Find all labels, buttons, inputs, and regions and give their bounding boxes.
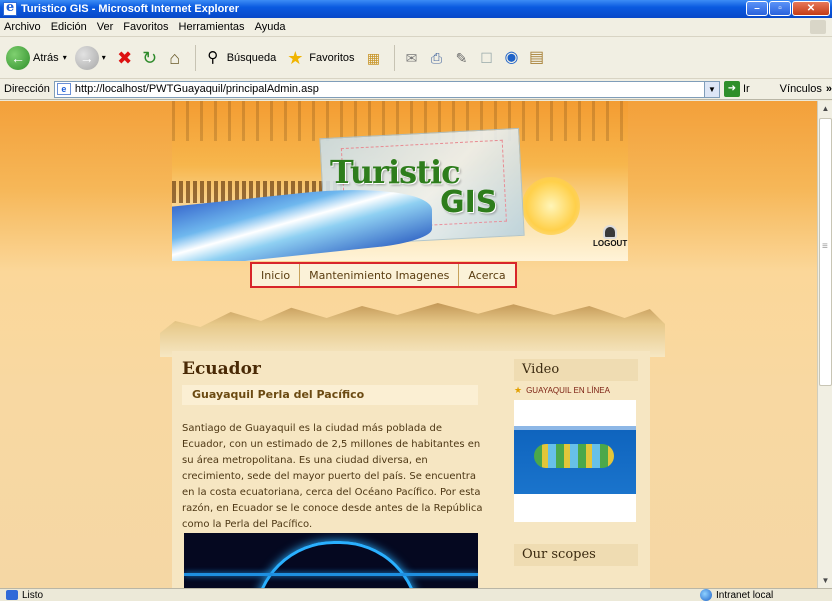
search-button[interactable]: ⚲ Búsqueda <box>202 47 277 69</box>
back-label: Atrás <box>33 51 59 64</box>
site-logo-gis: GIS <box>440 185 498 220</box>
menu-favoritos[interactable]: Favoritos <box>123 21 168 33</box>
search-icon: ⚲ <box>207 48 219 66</box>
page-status-icon <box>6 590 18 600</box>
chevron-right-icon[interactable]: » <box>826 83 832 95</box>
edit-icon[interactable]: ✎ <box>451 47 473 69</box>
globe-icon <box>700 589 712 601</box>
star-icon: ★ <box>287 47 304 68</box>
scroll-down-icon[interactable]: ▼ <box>818 573 832 588</box>
toolbar-separator <box>194 44 196 71</box>
sidebar: Video ★ GUAYAQUIL EN LÍNEA Our scopes <box>514 359 638 566</box>
user-icon <box>603 225 618 239</box>
page-icon: e <box>56 83 71 95</box>
go-label: Ir <box>742 83 750 95</box>
video-title: Video <box>514 359 638 381</box>
video-link[interactable]: ★ GUAYAQUIL EN LÍNEA <box>514 385 638 396</box>
vertical-scrollbar[interactable]: ▲ ▼ <box>817 101 832 588</box>
close-button[interactable]: ✕ <box>792 1 830 16</box>
mail-icon[interactable]: ✉ <box>401 47 423 69</box>
article-subheading: Guayaquil Perla del Pacífico <box>182 385 478 405</box>
window-title: Turistico GIS - Microsoft Internet Explo… <box>21 3 239 15</box>
messenger-icon[interactable]: ◉ <box>501 47 523 69</box>
site-banner: Turistic GIS LOGOUT <box>172 101 628 261</box>
page-viewport: Turistic GIS LOGOUT Inicio Mantenimiento… <box>0 101 817 588</box>
main-nav: Inicio Mantenimiento Imagenes Acerca <box>250 262 517 288</box>
scroll-up-icon[interactable]: ▲ <box>818 101 832 116</box>
windows-logo-icon <box>810 20 826 34</box>
favorites-button[interactable]: ★ Favoritos <box>284 47 354 69</box>
maximize-button[interactable]: ▫ <box>769 1 791 16</box>
video-thumbnail <box>514 426 636 494</box>
address-dropdown-icon[interactable]: ▼ <box>703 81 719 97</box>
address-url: http://localhost/PWTGuayaquil/principalA… <box>74 83 319 95</box>
minimize-button[interactable]: – <box>746 1 768 16</box>
scroll-thumb[interactable] <box>819 118 832 386</box>
menu-ver[interactable]: Ver <box>97 21 114 33</box>
window-controls: – ▫ ✕ <box>746 1 830 16</box>
go-button[interactable]: ➜ Ir <box>723 81 750 97</box>
discuss-icon[interactable]: ☐ <box>476 47 498 69</box>
video-link-label: GUAYAQUIL EN LÍNEA <box>526 386 610 395</box>
logout-button[interactable]: LOGOUT <box>593 225 627 248</box>
main-content: Ecuador Guayaquil Perla del Pacífico San… <box>182 359 483 533</box>
status-text: Listo <box>22 589 44 601</box>
home-icon[interactable]: ⌂ <box>164 47 186 69</box>
back-button[interactable]: ← Atrás ▾ <box>6 45 67 70</box>
back-arrow-icon: ← <box>6 45 30 70</box>
search-label: Búsqueda <box>226 51 277 64</box>
star-bullet-icon: ★ <box>514 385 523 395</box>
nav-mantenimiento-imagenes[interactable]: Mantenimiento Imagenes <box>300 264 460 286</box>
nav-inicio[interactable]: Inicio <box>252 264 301 286</box>
article-body: Santiago de Guayaquil es la ciudad más p… <box>182 423 483 530</box>
go-arrow-icon: ➜ <box>723 81 740 97</box>
scopes-title: Our scopes <box>514 544 638 566</box>
stop-icon[interactable]: ✖ <box>114 47 136 69</box>
bridge-photo <box>184 533 478 588</box>
logout-label: LOGOUT <box>593 239 628 248</box>
menu-bar: Archivo Edición Ver Favoritos Herramient… <box>0 18 832 37</box>
refresh-icon[interactable]: ↻ <box>139 47 161 69</box>
history-icon[interactable]: ▦ <box>363 47 385 69</box>
favorites-label: Favoritos <box>309 51 355 64</box>
research-icon[interactable]: ▤ <box>526 47 548 69</box>
forward-dropdown-icon[interactable]: ▾ <box>102 53 106 62</box>
print-icon[interactable]: ⎙ <box>426 47 448 69</box>
zone-label: Intranet local <box>716 589 774 601</box>
forward-arrow-icon: → <box>74 45 99 70</box>
address-label: Dirección <box>4 83 50 95</box>
menu-ayuda[interactable]: Ayuda <box>255 21 286 33</box>
back-dropdown-icon[interactable]: ▾ <box>63 53 67 62</box>
security-zone: Intranet local <box>700 589 773 601</box>
ie-icon <box>3 0 17 16</box>
browser-toolbar: ← Atrás ▾ → ▾ ✖ ↻ ⌂ ⚲ Búsqueda ★ Favorit… <box>0 37 832 79</box>
menu-archivo[interactable]: Archivo <box>4 21 41 33</box>
forward-button[interactable]: → ▾ <box>74 45 106 70</box>
nav-acerca[interactable]: Acerca <box>459 264 514 286</box>
window-title-bar: Turistico GIS - Microsoft Internet Explo… <box>0 0 832 18</box>
status-bar: Listo Intranet local <box>0 588 832 601</box>
links-label[interactable]: Vínculos <box>780 83 822 95</box>
address-input[interactable]: e http://localhost/PWTGuayaquil/principa… <box>53 80 720 98</box>
address-bar: Dirección e http://localhost/PWTGuayaqui… <box>0 79 832 100</box>
toolbar-separator <box>393 44 395 71</box>
video-player[interactable] <box>514 400 636 522</box>
menu-edicion[interactable]: Edición <box>51 21 87 33</box>
page-title: Ecuador <box>182 359 261 379</box>
sun-graphic <box>522 177 580 235</box>
menu-herramientas[interactable]: Herramientas <box>179 21 245 33</box>
